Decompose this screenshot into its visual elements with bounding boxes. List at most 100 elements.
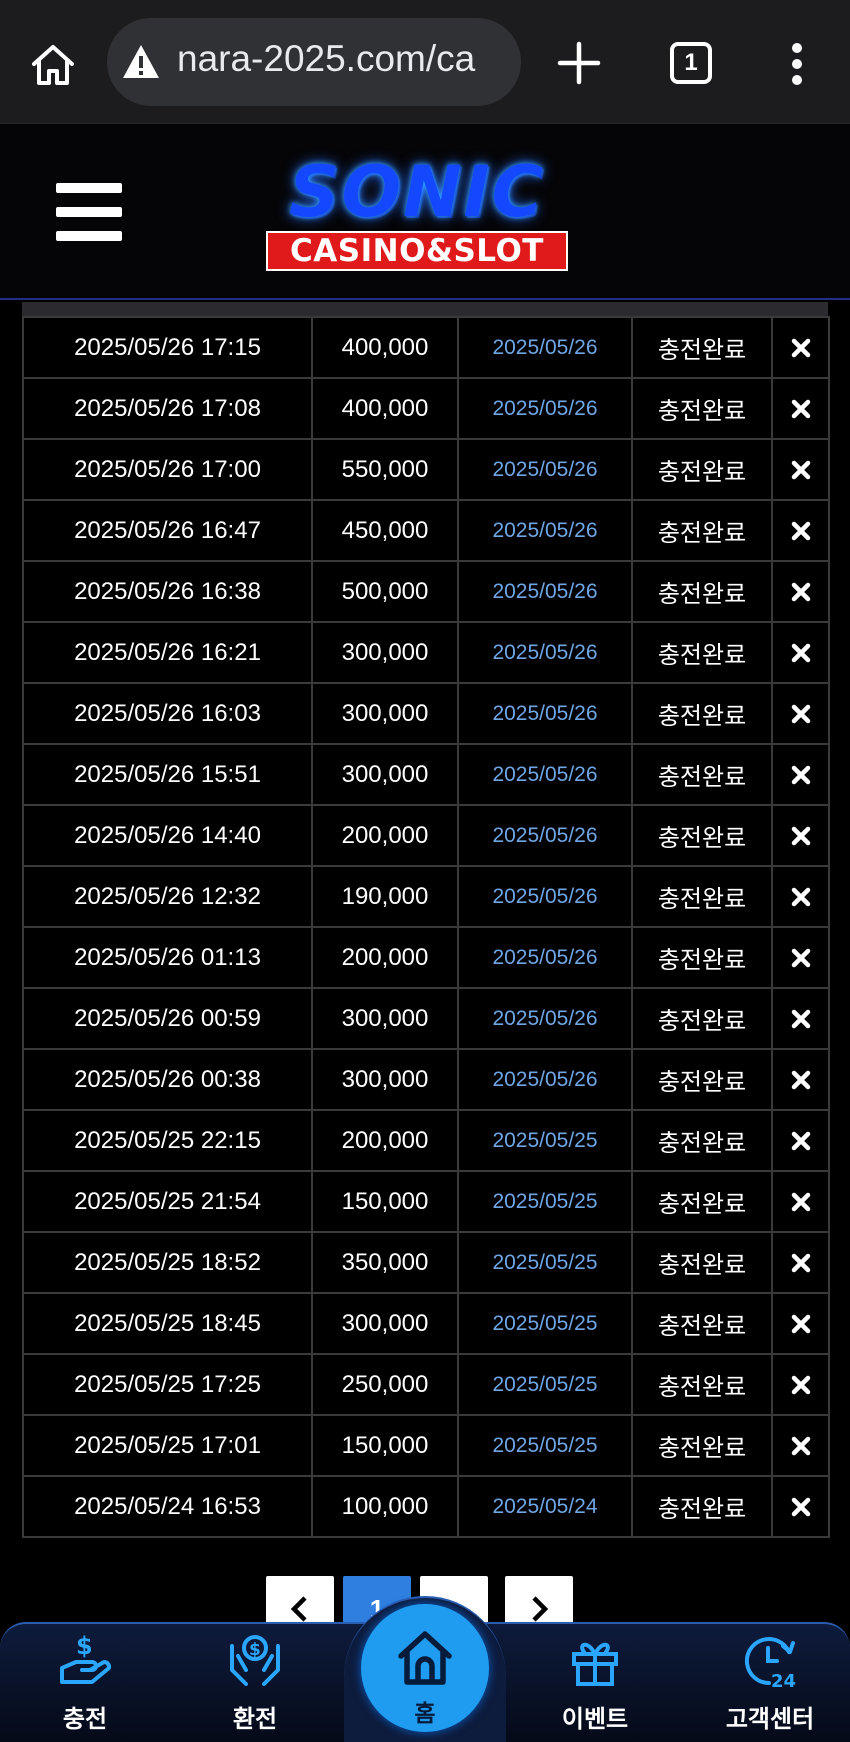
status-text: 충전완료 xyxy=(631,1109,773,1172)
status-text: 충전완료 xyxy=(631,682,773,745)
request-datetime: 2025/05/25 18:52 xyxy=(22,1231,313,1294)
close-icon xyxy=(791,1192,810,1211)
request-datetime: 2025/05/26 17:15 xyxy=(22,316,313,379)
charge-amount: 250,000 xyxy=(311,1353,459,1416)
svg-text:$: $ xyxy=(249,1640,261,1660)
table-row: 2025/05/26 00:59 300,000 2025/05/26 충전완료 xyxy=(22,987,830,1050)
charge-hand-coin-icon: $ xyxy=(60,1632,112,1684)
logo-title: SONIC xyxy=(289,151,545,233)
gift-icon xyxy=(572,1642,618,1686)
processed-date: 2025/05/26 xyxy=(457,560,633,623)
charge-amount: 300,000 xyxy=(311,987,459,1050)
table-row: 2025/05/25 17:25 250,000 2025/05/25 충전완료 xyxy=(22,1353,830,1416)
close-icon xyxy=(791,887,810,906)
request-datetime: 2025/05/25 21:54 xyxy=(22,1170,313,1233)
processed-date: 2025/05/26 xyxy=(457,499,633,562)
request-datetime: 2025/05/26 16:21 xyxy=(22,621,313,684)
delete-button[interactable] xyxy=(771,1292,830,1355)
nav-charge[interactable]: $ 충전 xyxy=(10,1624,160,1742)
delete-button[interactable] xyxy=(771,560,830,623)
site-logo[interactable]: SONIC CASINO&SLOT xyxy=(232,151,592,281)
nav-exchange[interactable]: $ 환전 xyxy=(180,1624,330,1742)
more-options-icon[interactable] xyxy=(782,42,812,86)
charge-amount: 190,000 xyxy=(311,865,459,928)
delete-button[interactable] xyxy=(771,1353,830,1416)
status-text: 충전완료 xyxy=(631,438,773,501)
delete-button[interactable] xyxy=(771,804,830,867)
nav-home-label: 홈 xyxy=(414,1701,436,1727)
delete-button[interactable] xyxy=(771,682,830,745)
close-icon xyxy=(791,1314,810,1333)
request-datetime: 2025/05/26 01:13 xyxy=(22,926,313,989)
delete-button[interactable] xyxy=(771,865,830,928)
processed-date: 2025/05/26 xyxy=(457,926,633,989)
status-text: 충전완료 xyxy=(631,1292,773,1355)
processed-date: 2025/05/26 xyxy=(457,743,633,806)
request-datetime: 2025/05/25 18:45 xyxy=(22,1292,313,1355)
status-text: 충전완료 xyxy=(631,621,773,684)
charge-amount: 350,000 xyxy=(311,1231,459,1294)
table-row: 2025/05/26 12:32 190,000 2025/05/26 충전완료 xyxy=(22,865,830,928)
processed-date: 2025/05/26 xyxy=(457,804,633,867)
table-row: 2025/05/26 17:00 550,000 2025/05/26 충전완료 xyxy=(22,438,830,501)
delete-button[interactable] xyxy=(771,1048,830,1111)
charge-amount: 400,000 xyxy=(311,377,459,440)
delete-button[interactable] xyxy=(771,743,830,806)
delete-button[interactable] xyxy=(771,987,830,1050)
processed-date: 2025/05/26 xyxy=(457,865,633,928)
status-text: 충전완료 xyxy=(631,377,773,440)
menu-icon-bar xyxy=(56,183,122,193)
delete-button[interactable] xyxy=(771,621,830,684)
delete-button[interactable] xyxy=(771,316,830,379)
chevron-right-icon xyxy=(532,1596,549,1622)
table-header-strip xyxy=(22,302,828,316)
close-icon xyxy=(791,399,810,418)
nav-home[interactable]: 홈 xyxy=(361,1604,489,1732)
charge-amount: 300,000 xyxy=(311,682,459,745)
charge-amount: 300,000 xyxy=(311,1048,459,1111)
close-icon xyxy=(791,1070,810,1089)
menu-icon-bar xyxy=(56,231,122,241)
nav-event[interactable]: 이벤트 xyxy=(520,1624,670,1742)
table-row: 2025/05/24 16:53 100,000 2025/05/24 충전완료 xyxy=(22,1475,830,1538)
home-icon[interactable] xyxy=(28,40,78,90)
close-icon xyxy=(791,1375,810,1394)
menu-button[interactable] xyxy=(56,183,122,241)
address-bar[interactable]: nara-2025.com/ca xyxy=(107,18,521,106)
request-datetime: 2025/05/26 14:40 xyxy=(22,804,313,867)
delete-button[interactable] xyxy=(771,1414,830,1477)
delete-button[interactable] xyxy=(771,1170,830,1233)
close-icon xyxy=(791,765,810,784)
request-datetime: 2025/05/26 17:08 xyxy=(22,377,313,440)
delete-button[interactable] xyxy=(771,499,830,562)
site-header: SONIC CASINO&SLOT xyxy=(0,125,850,300)
new-tab-icon[interactable] xyxy=(556,40,602,86)
close-icon xyxy=(791,1436,810,1455)
nav-support[interactable]: 24 고객센터 xyxy=(695,1624,845,1742)
table-row: 2025/05/26 17:15 400,000 2025/05/26 충전완료 xyxy=(22,316,830,379)
delete-button[interactable] xyxy=(771,1231,830,1294)
status-text: 충전완료 xyxy=(631,1353,773,1416)
warning-icon[interactable] xyxy=(121,42,161,82)
delete-button[interactable] xyxy=(771,377,830,440)
nav-exchange-label: 환전 xyxy=(232,1705,278,1733)
processed-date: 2025/05/25 xyxy=(457,1414,633,1477)
nav-charge-label: 충전 xyxy=(62,1705,108,1733)
table-row: 2025/05/26 15:51 300,000 2025/05/26 충전완료 xyxy=(22,743,830,806)
request-datetime: 2025/05/26 16:47 xyxy=(22,499,313,562)
request-datetime: 2025/05/26 12:32 xyxy=(22,865,313,928)
delete-button[interactable] xyxy=(771,1109,830,1172)
close-icon xyxy=(791,643,810,662)
processed-date: 2025/05/26 xyxy=(457,438,633,501)
charge-amount: 400,000 xyxy=(311,316,459,379)
delete-button[interactable] xyxy=(771,1475,830,1538)
chevron-left-icon xyxy=(290,1596,307,1622)
close-icon xyxy=(791,460,810,479)
delete-button[interactable] xyxy=(771,926,830,989)
processed-date: 2025/05/26 xyxy=(457,987,633,1050)
request-datetime: 2025/05/26 00:38 xyxy=(22,1048,313,1111)
status-text: 충전완료 xyxy=(631,804,773,867)
table-row: 2025/05/26 16:03 300,000 2025/05/26 충전완료 xyxy=(22,682,830,745)
tab-switcher-button[interactable]: 1 xyxy=(670,42,712,84)
delete-button[interactable] xyxy=(771,438,830,501)
